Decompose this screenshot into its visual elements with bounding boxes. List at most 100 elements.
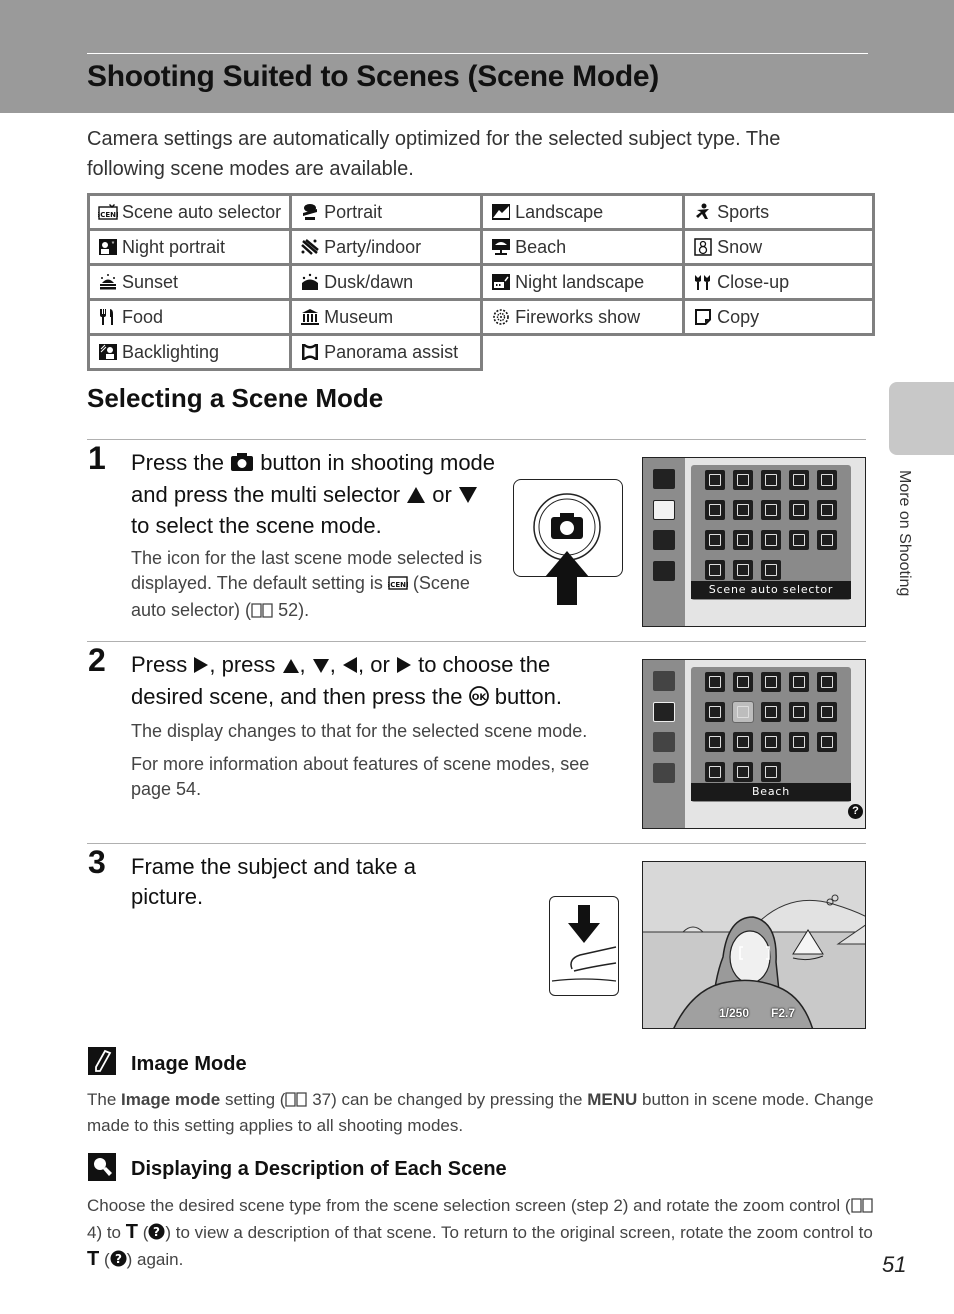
text: button.: [494, 683, 562, 709]
table-row: SCENE Scene auto selector Portrait Landsc…: [86, 193, 876, 231]
scene-grid-icon: [705, 470, 725, 490]
scene-grid-icon: [817, 672, 837, 692]
table-cell-empty: [684, 335, 874, 370]
subject-tracking-icon: [653, 763, 675, 783]
scene-grid-icon: [733, 672, 753, 692]
right-arrow-icon: [193, 652, 209, 682]
scene-label: Dusk/dawn: [324, 271, 414, 292]
help-icon: ?: [110, 1250, 127, 1274]
scene-label: Beach: [515, 236, 567, 257]
scene-grid-icon: [733, 560, 753, 580]
page-number: 51: [882, 1252, 907, 1277]
shutter-press-illustration: [549, 896, 619, 996]
table-cell: Landscape: [480, 193, 686, 231]
scene-label: Scene auto selector: [122, 201, 282, 222]
shooting-mode-icon: [653, 671, 675, 691]
night-portrait-icon: *: [98, 238, 118, 256]
zoom-tele-label: T: [87, 1248, 100, 1270]
note-title: Displaying a Description of Each Scene: [131, 1158, 507, 1180]
note-title: Image Mode: [131, 1053, 247, 1075]
scene-label: Landscape: [515, 201, 604, 222]
table-cell: Sunset: [86, 263, 293, 301]
text: 4) to: [87, 1223, 122, 1242]
sunset-icon: [98, 273, 118, 291]
scene-grid-icon: [761, 470, 781, 490]
dusk-dawn-icon: [300, 273, 320, 291]
intro-text: Camera settings are automatically optimi…: [87, 128, 781, 180]
text: , press: [209, 652, 276, 677]
book-reference-icon: [251, 600, 273, 625]
step-number: 3: [88, 844, 106, 880]
beach-icon: [491, 238, 511, 256]
table-row: * Night portrait Party/indoor Beach Snow: [86, 228, 876, 266]
sports-icon: [693, 203, 713, 221]
scene-label: Party/indoor: [324, 236, 422, 257]
table-cell: Fireworks show: [480, 298, 686, 336]
scene-grid-icon: [761, 530, 781, 550]
scene-label: Close-up: [717, 271, 790, 292]
table-cell: Sports: [682, 193, 876, 231]
book-reference-icon: [285, 1090, 308, 1114]
step-body: The display changes to that for the sele…: [131, 721, 588, 741]
scene-grid-icon: [761, 732, 781, 752]
scene-label: Fireworks show: [515, 306, 641, 327]
table-cell: SCENE Scene auto selector: [86, 193, 293, 231]
text: ,: [329, 652, 336, 677]
scene-grid-icon: [789, 530, 809, 550]
landscape-icon: [491, 203, 511, 221]
table-cell: Night landscape: [480, 263, 686, 301]
scene-grid-icon: [733, 500, 753, 520]
scene-grid-icon: [761, 702, 781, 722]
smart-portrait-icon: [653, 530, 675, 550]
ok-button-icon: OK: [468, 684, 489, 714]
table-cell: Museum: [289, 298, 484, 336]
right-arrow-icon: [396, 652, 412, 682]
scene-grid-icon: [732, 701, 754, 723]
table-cell: Beach: [480, 228, 686, 266]
scene-grid-icon: [789, 732, 809, 752]
camera-button-illustration: [513, 479, 623, 605]
scene-grid-icon: [761, 500, 781, 520]
step-body: The icon for the last scene mode selecte…: [131, 546, 491, 625]
screen-caption: Scene auto selector: [691, 581, 851, 599]
up-arrow-icon: [282, 652, 300, 682]
table-cell: Close-up: [682, 263, 876, 301]
help-icon: ?: [148, 1223, 165, 1247]
scene-mode-icon-selected: [653, 500, 675, 520]
portrait-icon: [300, 203, 320, 221]
table-cell: Portrait: [289, 193, 484, 231]
table-cell: Panorama assist: [289, 333, 484, 371]
scene-label: Snow: [717, 236, 763, 257]
scene-mode-table: SCENE Scene auto selector Portrait Landsc…: [86, 193, 876, 371]
camera-screen-beach-selected: Beach ?: [642, 659, 866, 829]
scene-auto-icon: SCENE: [98, 203, 118, 221]
text: setting (: [224, 1090, 286, 1109]
aperture-readout: F2.7: [771, 1006, 796, 1020]
step-divider: [87, 439, 866, 440]
step-heading: Press the button in shooting mode and pr…: [131, 448, 501, 541]
table-cell: Copy: [682, 298, 876, 336]
fireworks-icon: [491, 308, 511, 326]
down-arrow-icon: [458, 482, 478, 512]
left-arrow-icon: [342, 652, 358, 682]
svg-text:?: ?: [153, 1225, 160, 1239]
scene-grid-icon: [733, 530, 753, 550]
scene-grid-icon: [705, 762, 725, 782]
shooting-mode-icon: [653, 469, 675, 489]
scene-grid-icon: [817, 702, 837, 722]
setting-name: Image mode: [121, 1090, 221, 1109]
shutter-speed-readout: 1/250: [719, 1006, 750, 1020]
text: Choose the desired scene type from the s…: [87, 1196, 851, 1215]
chapter-side-tab[interactable]: [889, 382, 954, 455]
backlighting-icon: [98, 343, 118, 361]
camera-screen-scene-menu: Scene auto selector: [642, 457, 866, 627]
scene-grid-icon: [733, 762, 753, 782]
scene-grid-icon: [817, 732, 837, 752]
scene-grid-icon: [789, 500, 809, 520]
table-cell: Food: [86, 298, 293, 336]
text: to select the scene mode.: [131, 513, 382, 538]
text: The: [87, 1090, 117, 1109]
scene-label: Copy: [717, 306, 760, 327]
step-heading: Press , press , , , or to choose the des…: [131, 650, 621, 713]
party-indoor-icon: [300, 238, 320, 256]
